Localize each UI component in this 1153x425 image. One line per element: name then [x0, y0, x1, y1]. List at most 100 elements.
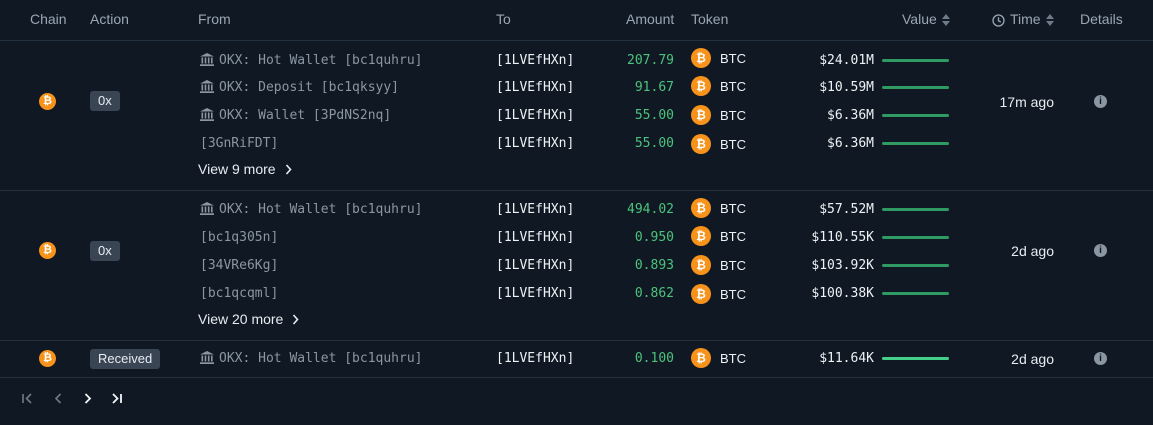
to-address[interactable]: [1LVEfHXn]: [496, 80, 574, 95]
bank-icon: [200, 108, 214, 125]
chevron-right-icon: [285, 162, 292, 178]
bitcoin-icon: ₿: [691, 134, 711, 154]
bitcoin-icon: ₿: [691, 255, 711, 275]
from-address[interactable]: OKX: Hot Wallet [bc1quhru]: [200, 202, 423, 219]
value-bar: [882, 208, 949, 211]
amount: 0.950: [634, 230, 674, 245]
value: $6.36M: [827, 136, 874, 151]
action-badge: Received: [90, 349, 161, 369]
last-page-icon[interactable]: [110, 392, 123, 408]
bitcoin-icon: ₿: [39, 350, 56, 367]
bitcoin-icon: ₿: [691, 284, 711, 304]
to-address[interactable]: [1LVEfHXn]: [496, 286, 574, 301]
bitcoin-icon: ₿: [691, 348, 711, 368]
to-address[interactable]: [1LVEfHXn]: [496, 351, 574, 366]
from-address[interactable]: [bc1qcqml]: [200, 286, 278, 301]
column-header-chain: Chain: [30, 11, 67, 27]
column-header-value[interactable]: Value: [902, 11, 950, 27]
value-bar: [882, 142, 949, 145]
bitcoin-icon: ₿: [39, 93, 56, 110]
column-header-amount: Amount: [626, 11, 675, 27]
transfer-group: ₿ 0x OKX: Hot Wallet [bc1quhru] [1LVEfHX…: [0, 41, 1153, 191]
first-page-icon[interactable]: [21, 392, 34, 408]
value: $100.38K: [811, 286, 874, 301]
bitcoin-icon: ₿: [691, 48, 711, 68]
value: $57.52M: [819, 202, 874, 217]
column-header-token: Token: [691, 11, 729, 27]
amount: 55.00: [634, 136, 674, 151]
chevron-right-icon: [292, 312, 299, 328]
value: $11.64K: [819, 351, 874, 366]
value: $103.92K: [811, 258, 874, 273]
action-badge: 0x: [90, 241, 120, 261]
amount: 91.67: [634, 80, 674, 95]
column-header-time-label: Time: [1010, 11, 1041, 27]
from-address[interactable]: OKX: Deposit [bc1qksyy]: [200, 80, 399, 97]
from-address[interactable]: [3GnRiFDT]: [200, 136, 278, 151]
to-address[interactable]: [1LVEfHXn]: [496, 258, 574, 273]
amount: 0.893: [634, 258, 674, 273]
token[interactable]: ₿ BTC: [691, 284, 746, 304]
amount: 0.862: [634, 286, 674, 301]
next-page-icon[interactable]: [81, 392, 94, 408]
column-header-to: To: [496, 11, 511, 27]
bank-icon: [200, 80, 214, 97]
bitcoin-icon: ₿: [39, 242, 56, 259]
token[interactable]: ₿ BTC: [691, 134, 746, 154]
prev-page-icon[interactable]: [52, 392, 65, 408]
bitcoin-icon: ₿: [691, 76, 711, 96]
from-address[interactable]: [bc1q305n]: [200, 230, 278, 245]
view-more-button[interactable]: View 20 more: [198, 311, 299, 328]
sort-icon[interactable]: [941, 14, 950, 27]
column-header-action: Action: [90, 11, 129, 27]
from-address[interactable]: OKX: Wallet [3PdNS2nq]: [200, 108, 391, 125]
token[interactable]: ₿ BTC: [691, 105, 746, 125]
info-icon[interactable]: i: [1094, 95, 1107, 108]
value-bar: [882, 264, 949, 267]
bitcoin-icon: ₿: [691, 105, 711, 125]
token[interactable]: ₿ BTC: [691, 255, 746, 275]
sort-icon[interactable]: [1045, 14, 1054, 27]
value: $6.36M: [827, 108, 874, 123]
token[interactable]: ₿ BTC: [691, 348, 746, 368]
action-badge: 0x: [90, 91, 120, 111]
info-icon[interactable]: i: [1094, 244, 1107, 257]
to-address[interactable]: [1LVEfHXn]: [496, 136, 574, 151]
value-bar: [882, 357, 949, 360]
column-header-value-label: Value: [902, 11, 937, 27]
to-address[interactable]: [1LVEfHXn]: [496, 108, 574, 123]
column-header-details: Details: [1080, 11, 1123, 27]
token[interactable]: ₿ BTC: [691, 48, 746, 68]
info-icon[interactable]: i: [1094, 352, 1107, 365]
transfer-group: ₿ 0x OKX: Hot Wallet [bc1quhru] [1LVEfHX…: [0, 191, 1153, 341]
view-more-button[interactable]: View 9 more: [198, 161, 292, 178]
token[interactable]: ₿ BTC: [691, 198, 746, 218]
amount: 0.100: [634, 351, 674, 366]
bitcoin-icon: ₿: [691, 198, 711, 218]
amount: 494.02: [627, 202, 674, 217]
value-bar: [882, 86, 949, 89]
from-address[interactable]: OKX: Hot Wallet [bc1quhru]: [200, 351, 423, 368]
value: $10.59M: [819, 80, 874, 95]
time-ago: 17m ago: [999, 94, 1054, 110]
from-address[interactable]: OKX: Hot Wallet [bc1quhru]: [200, 53, 423, 70]
from-address[interactable]: [34VRe6Kg]: [200, 258, 278, 273]
to-address[interactable]: [1LVEfHXn]: [496, 53, 574, 68]
bank-icon: [200, 202, 214, 219]
time-ago: 2d ago: [1011, 243, 1054, 259]
token[interactable]: ₿ BTC: [691, 76, 746, 96]
to-address[interactable]: [1LVEfHXn]: [496, 230, 574, 245]
transfer-group: ₿ Received OKX: Hot Wallet [bc1quhru] [1…: [0, 341, 1153, 378]
value: $24.01M: [819, 53, 874, 68]
value-bar: [882, 59, 949, 62]
to-address[interactable]: [1LVEfHXn]: [496, 202, 574, 217]
value-bar: [882, 114, 949, 117]
bitcoin-icon: ₿: [691, 226, 711, 246]
column-header-time[interactable]: Time: [992, 11, 1054, 27]
token[interactable]: ₿ BTC: [691, 226, 746, 246]
value: $110.55K: [811, 230, 874, 245]
time-ago: 2d ago: [1011, 351, 1054, 367]
clock-icon: [992, 14, 1005, 27]
table-header: Chain Action From To Amount Token Value …: [0, 0, 1153, 41]
amount: 207.79: [627, 53, 674, 68]
